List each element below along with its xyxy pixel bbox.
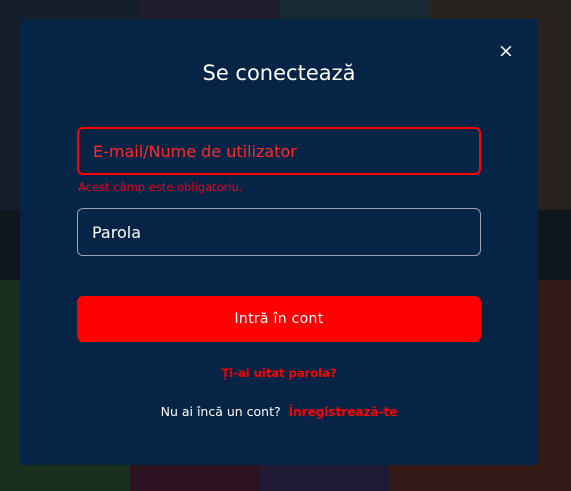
- register-row: Nu ai încă un cont? Înregistrează-te: [20, 404, 538, 419]
- forgot-password-link[interactable]: Ți-ai uitat parola?: [20, 366, 538, 380]
- login-modal: × Se conectează Acest câmp este obligato…: [20, 19, 538, 465]
- password-input[interactable]: [77, 208, 481, 256]
- close-icon[interactable]: ×: [496, 41, 516, 61]
- register-prompt: Nu ai încă un cont?: [160, 404, 281, 419]
- login-button[interactable]: Intră în cont: [77, 296, 481, 342]
- modal-title: Se conectează: [202, 61, 356, 85]
- email-username-input[interactable]: [77, 127, 481, 175]
- email-error-message: Acest câmp este obligatoriu.: [78, 180, 243, 194]
- register-link[interactable]: Înregistrează-te: [289, 405, 398, 419]
